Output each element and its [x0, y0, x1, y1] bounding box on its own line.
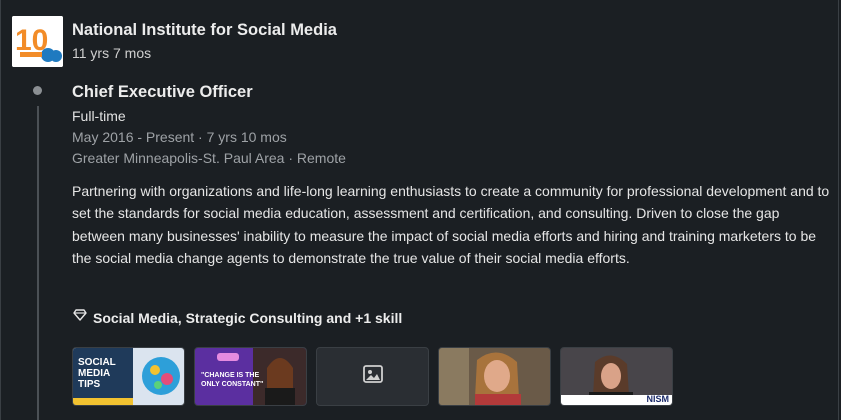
- role-block: Chief Executive Officer Full-time May 20…: [72, 82, 832, 166]
- company-name[interactable]: National Institute for Social Media: [72, 20, 337, 40]
- timeline-line: [37, 106, 39, 420]
- nism-tag: NISM: [646, 394, 670, 404]
- company-logo[interactable]: 10: [12, 16, 63, 67]
- role-description: Partnering with organizations and life-l…: [72, 183, 830, 267]
- media-thumbnail-social-media-tips[interactable]: SOCIAL MEDIA TIPS: [72, 347, 185, 406]
- thumb-quote-1: "CHANGE IS THE: [201, 372, 260, 379]
- diamond-icon: [73, 308, 87, 327]
- media-thumbnails: SOCIAL MEDIA TIPS "CHANGE IS THE ONLY CO…: [72, 347, 673, 406]
- role-dates: May 2016 - Present · 7 yrs 10 mos: [72, 129, 287, 145]
- media-thumbnail-nism-video[interactable]: NISM: [560, 347, 673, 406]
- thumb-quote-2: ONLY CONSTANT": [201, 381, 264, 388]
- media-thumbnail-change-is-constant[interactable]: "CHANGE IS THE ONLY CONSTANT": [194, 347, 307, 406]
- employment-type: Full-time: [72, 108, 126, 124]
- media-thumbnail-placeholder[interactable]: [316, 347, 429, 406]
- skills-label: Social Media, Strategic Consulting and +…: [93, 309, 403, 326]
- skills-row[interactable]: Social Media, Strategic Consulting and +…: [73, 308, 402, 327]
- image-icon: [362, 365, 383, 388]
- company-tenure: 11 yrs 7 mos: [72, 45, 152, 61]
- thumb-text-3: TIPS: [78, 379, 101, 390]
- thumb-text-2: MEDIA: [78, 368, 111, 379]
- thumb-text-1: SOCIAL: [78, 357, 116, 368]
- role-location: Greater Minneapolis-St. Paul Area · Remo…: [72, 150, 346, 166]
- company-header: National Institute for Social Media 11 y…: [72, 20, 337, 61]
- timeline-dot: [33, 86, 42, 95]
- media-thumbnail-interview[interactable]: [438, 347, 551, 406]
- role-title: Chief Executive Officer: [72, 83, 253, 101]
